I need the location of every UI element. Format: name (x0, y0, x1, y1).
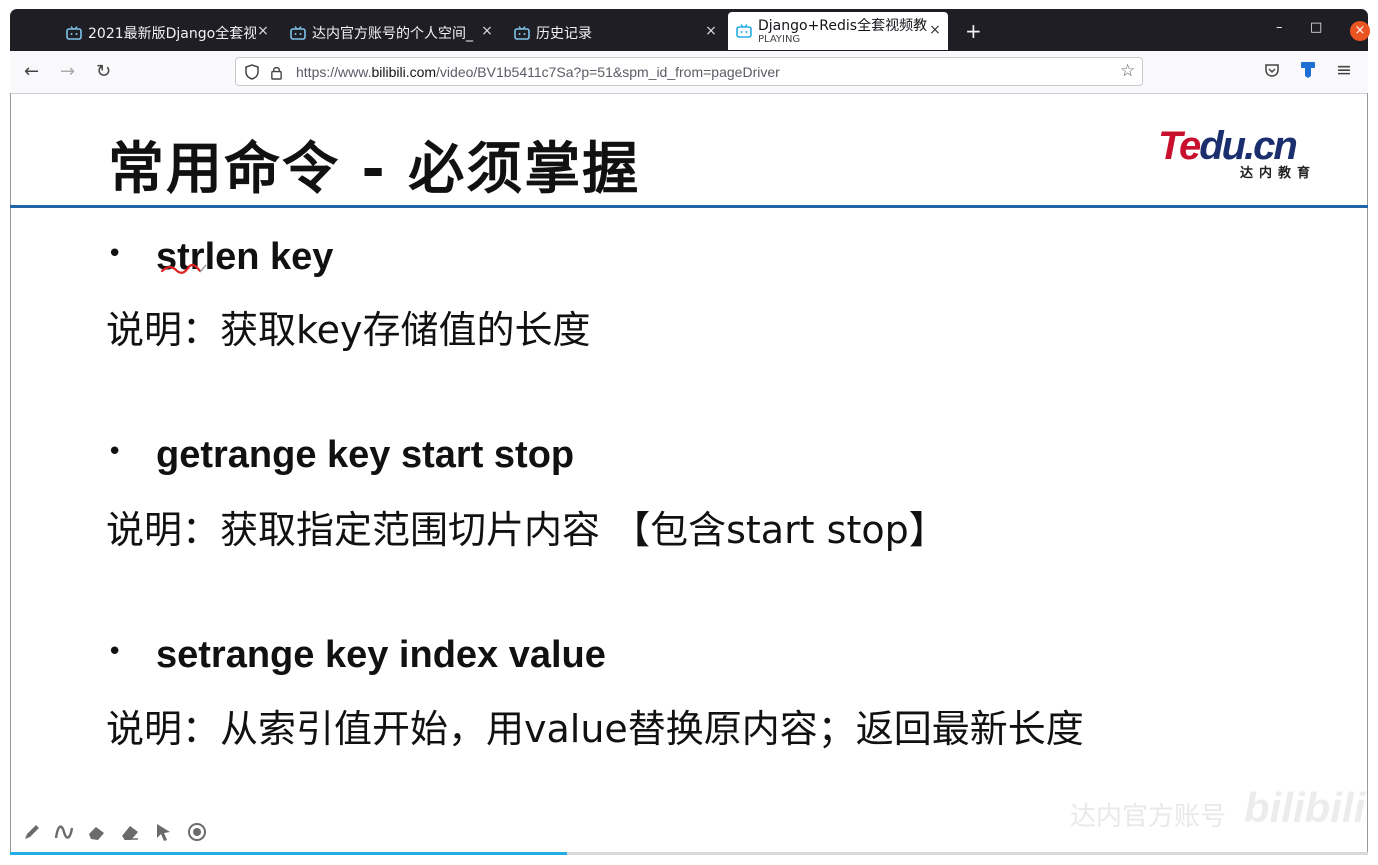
pen-tool-icon[interactable] (22, 822, 42, 842)
reload-icon[interactable]: ↻ (96, 61, 111, 82)
bilibili-tab-icon (514, 26, 530, 40)
tab-title: Django+Redis全套视频教 (758, 17, 928, 34)
bilibili-tab-icon (736, 24, 752, 38)
tedu-logo: Tedu.cn 达内教育 (1158, 124, 1323, 181)
back-icon[interactable]: ← (24, 61, 39, 82)
bullet-dot: • (107, 437, 123, 467)
url-prefix: https://www. (296, 64, 372, 80)
tab-close-icon[interactable]: × (480, 23, 494, 39)
pointer-tool-icon[interactable] (154, 822, 174, 842)
url-host: bilibili.com (371, 64, 437, 80)
record-tool-icon[interactable] (187, 822, 207, 842)
menu-icon[interactable]: ≡ (1336, 59, 1352, 81)
lock-icon[interactable] (270, 65, 283, 80)
tab-tedu-space[interactable]: 达内官方账号的个人空间_ × (282, 17, 500, 49)
tab-text-group: Django+Redis全套视频教 PLAYING (758, 18, 930, 45)
description-strlen: 说明：获取key存储值的长度 (106, 308, 591, 352)
tab-close-icon[interactable]: × (704, 23, 718, 39)
tab-close-icon[interactable]: × (256, 23, 270, 39)
tab-title: 达内官方账号的个人空间_ (312, 26, 473, 42)
highlighter-tool-icon[interactable] (87, 822, 107, 842)
pen-annotation (160, 263, 207, 274)
eraser-tool-icon[interactable] (120, 822, 140, 842)
tab-close-icon[interactable]: × (928, 22, 942, 38)
new-tab-button[interactable]: + (965, 19, 982, 43)
description-setrange: 说明：从索引值开始，用value替换原内容；返回最新长度 (106, 707, 1084, 751)
pocket-icon[interactable] (1264, 62, 1280, 78)
watermark-text: 达内官方账号 (1070, 802, 1227, 832)
curve-tool-icon[interactable] (54, 822, 74, 842)
bullet-dot: • (107, 637, 123, 667)
video-progress-track[interactable] (567, 852, 1368, 855)
url-bar[interactable]: https://www.bilibili.com/video/BV1b5411c… (235, 57, 1143, 86)
maximize-button[interactable]: □ (1310, 20, 1322, 35)
bilibili-tab-icon (66, 26, 82, 40)
tab-title: 历史记录 (536, 26, 592, 42)
tab-history[interactable]: 历史记录 × (506, 17, 724, 49)
forward-icon[interactable]: → (60, 61, 75, 82)
extension-icon[interactable] (1300, 61, 1316, 79)
logo-red-part: Te (1158, 124, 1201, 168)
logo-subtitle: 达内教育 (1240, 166, 1317, 181)
slide-title: 常用命令 - 必须掌握 (108, 137, 641, 202)
tab-title: 2021最新版Django全套视 (88, 26, 256, 42)
tab-django-course[interactable]: 2021最新版Django全套视 × (58, 17, 276, 49)
url-text[interactable]: https://www.bilibili.com/video/BV1b5411c… (296, 64, 780, 80)
minimize-button[interactable]: – (1276, 20, 1283, 35)
title-divider (10, 205, 1368, 208)
command-getrange: getrange key start stop (156, 434, 575, 476)
description-getrange: 说明：获取指定范围切片内容 【包含start stop】 (106, 508, 947, 552)
navigation-toolbar: ← → ↻ https://www.bilibili.com/video/BV1… (10, 51, 1368, 94)
command-setrange: setrange key index value (156, 634, 606, 676)
window-close-button[interactable]: × (1350, 21, 1370, 41)
url-path: /video/BV1b5411c7Sa?p=51&spm_id_from=pag… (436, 64, 780, 80)
star-icon[interactable]: ☆ (1120, 61, 1135, 81)
browser-titlebar: 2021最新版Django全套视 × 达内官方账号的个人空间_ × 历史记录 ×… (10, 9, 1370, 51)
tab-playing-label: PLAYING (758, 33, 801, 45)
bullet-dot: • (107, 239, 123, 269)
watermark-logo: bilibili (1244, 784, 1366, 831)
tab-django-redis-playing[interactable]: Django+Redis全套视频教 PLAYING × (728, 12, 948, 50)
video-progress-fill[interactable] (10, 852, 567, 855)
bilibili-tab-icon (290, 26, 306, 40)
shield-icon[interactable] (245, 64, 259, 80)
